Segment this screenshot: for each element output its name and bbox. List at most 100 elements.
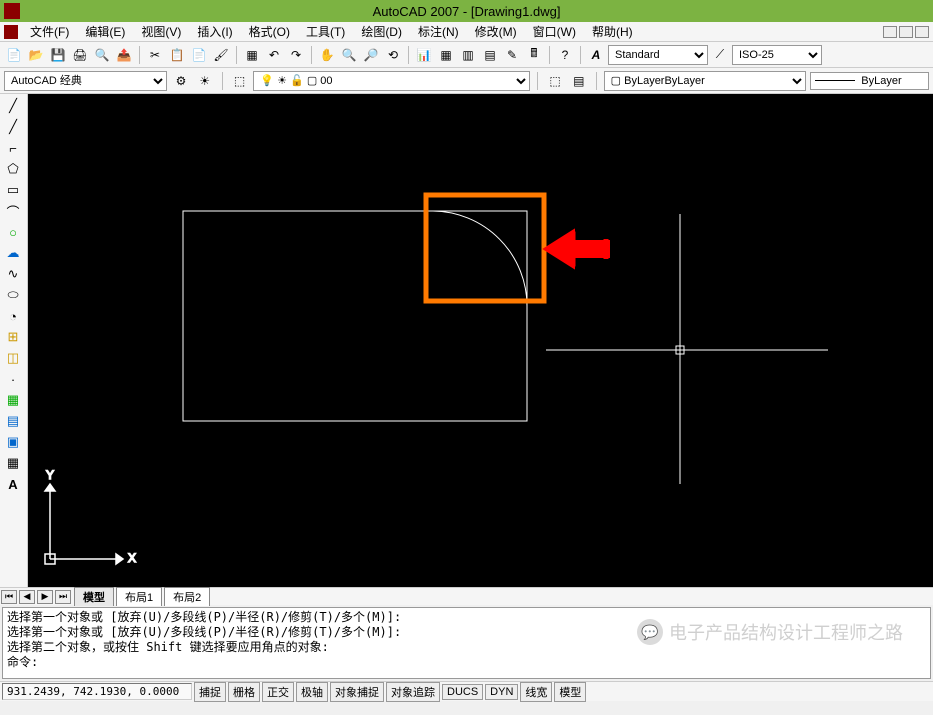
help-button[interactable]: ? <box>555 45 575 65</box>
tab-last-button[interactable]: ⏭ <box>55 590 71 604</box>
snap-toggle[interactable]: 捕捉 <box>194 682 226 702</box>
zoom-window-button[interactable]: 🔎 <box>361 45 381 65</box>
standard-toolbar: 📄 📂 💾 🖨 🔍 📤 ✂ 📋 📄 🖌 ▦ ↶ ↷ ✋ 🔍 🔎 ⟲ 📊 ▦ ▥ … <box>0 42 933 68</box>
tab-prev-button[interactable]: ◀ <box>19 590 35 604</box>
tab-layout1[interactable]: 布局1 <box>116 587 162 606</box>
workspace-select[interactable]: AutoCAD 经典 <box>4 71 167 91</box>
osnap-toggle[interactable]: 对象捕捉 <box>330 682 384 702</box>
construction-line-tool[interactable]: ╱ <box>2 117 24 137</box>
redo-button[interactable]: ↷ <box>286 45 306 65</box>
publish-button[interactable]: 📤 <box>114 45 134 65</box>
save-button[interactable]: 💾 <box>48 45 68 65</box>
line-tool[interactable]: ╱ <box>2 96 24 116</box>
ortho-toggle[interactable]: 正交 <box>262 682 294 702</box>
properties-button[interactable]: 📊 <box>414 45 434 65</box>
insert-block-tool[interactable]: ⊞ <box>2 327 24 347</box>
menu-modify[interactable]: 修改(M) <box>467 21 525 42</box>
workspace-settings-button[interactable]: ⚙ <box>171 71 191 91</box>
menu-tools[interactable]: 工具(T) <box>298 21 353 42</box>
cut-button[interactable]: ✂ <box>145 45 165 65</box>
ellipse-arc-tool[interactable]: ◔ <box>2 306 24 326</box>
mdi-window-controls <box>883 26 929 38</box>
mdi-minimize-button[interactable] <box>883 26 897 38</box>
circle-tool[interactable]: ○ <box>2 222 24 242</box>
color-select[interactable]: ▢ ByLayerByLayer <box>604 71 807 91</box>
match-properties-button[interactable]: 🖌 <box>211 45 231 65</box>
plot-button[interactable]: 🖨 <box>70 45 90 65</box>
polyline-tool[interactable]: ⌐ <box>2 138 24 158</box>
new-button[interactable]: 📄 <box>4 45 24 65</box>
preview-button[interactable]: 🔍 <box>92 45 112 65</box>
copy-button[interactable]: 📋 <box>167 45 187 65</box>
menu-file[interactable]: 文件(F) <box>22 21 77 42</box>
gradient-tool[interactable]: ▤ <box>2 411 24 431</box>
zoom-realtime-button[interactable]: 🔍 <box>339 45 359 65</box>
zoom-previous-button[interactable]: ⟲ <box>383 45 403 65</box>
mdi-restore-button[interactable] <box>899 26 913 38</box>
tab-layout2[interactable]: 布局2 <box>164 587 210 606</box>
rectangle-tool[interactable]: ▭ <box>2 180 24 200</box>
doc-icon <box>4 25 18 39</box>
region-tool[interactable]: ▣ <box>2 432 24 452</box>
menu-view[interactable]: 视图(V) <box>133 21 189 42</box>
command-window[interactable]: 选择第一个对象或 [放弃(U)/多段线(P)/半径(R)/修剪(T)/多个(M)… <box>2 607 931 679</box>
command-history-line: 选择第一个对象或 [放弃(U)/多段线(P)/半径(R)/修剪(T)/多个(M)… <box>7 625 926 640</box>
layer-manager-button[interactable]: ⬚ <box>230 71 250 91</box>
coordinate-display[interactable]: 931.2439, 742.1930, 0.0000 <box>2 683 192 700</box>
paste-button[interactable]: 📄 <box>189 45 209 65</box>
polar-toggle[interactable]: 极轴 <box>296 682 328 702</box>
block-editor-button[interactable]: ▦ <box>242 45 262 65</box>
text-style-icon[interactable]: A <box>586 45 606 65</box>
otrack-toggle[interactable]: 对象追踪 <box>386 682 440 702</box>
menu-window[interactable]: 窗口(W) <box>525 21 584 42</box>
markup-button[interactable]: ✎ <box>502 45 522 65</box>
tab-next-button[interactable]: ▶ <box>37 590 53 604</box>
mdi-close-button[interactable] <box>915 26 929 38</box>
dyn-toggle[interactable]: DYN <box>485 684 518 700</box>
undo-button[interactable]: ↶ <box>264 45 284 65</box>
revision-cloud-tool[interactable]: ☁ <box>2 243 24 263</box>
tab-first-button[interactable]: ⏮ <box>1 590 17 604</box>
menu-edit[interactable]: 编辑(E) <box>77 21 133 42</box>
ducs-toggle[interactable]: DUCS <box>442 684 483 700</box>
tab-model[interactable]: 模型 <box>74 587 114 606</box>
lineweight-select[interactable]: ByLayer <box>810 72 929 90</box>
menu-help[interactable]: 帮助(H) <box>584 21 641 42</box>
spline-tool[interactable]: ∿ <box>2 264 24 284</box>
separator <box>139 46 140 64</box>
menu-format[interactable]: 格式(O) <box>241 21 298 42</box>
sheet-set-button[interactable]: ▤ <box>480 45 500 65</box>
design-center-button[interactable]: ▦ <box>436 45 456 65</box>
hatch-tool[interactable]: ▦ <box>2 390 24 410</box>
dim-style-icon[interactable]: ⟋ <box>710 45 730 65</box>
grid-toggle[interactable]: 栅格 <box>228 682 260 702</box>
ellipse-tool[interactable]: ⬭ <box>2 285 24 305</box>
menu-insert[interactable]: 插入(I) <box>189 21 240 42</box>
title-bar: AutoCAD 2007 - [Drawing1.dwg] <box>0 0 933 22</box>
point-tool[interactable]: · <box>2 369 24 389</box>
command-history-line: 选择第二个对象，或按住 Shift 键选择要应用角点的对象: <box>7 640 926 655</box>
dim-style-select[interactable]: ISO-25 <box>732 45 822 65</box>
menu-draw[interactable]: 绘图(D) <box>353 21 410 42</box>
tool-palettes-button[interactable]: ▥ <box>458 45 478 65</box>
menu-dimension[interactable]: 标注(N) <box>410 21 467 42</box>
pan-button[interactable]: ✋ <box>317 45 337 65</box>
workspace-lock-button[interactable]: ☀ <box>195 71 215 91</box>
text-style-select[interactable]: Standard <box>608 45 708 65</box>
lwt-toggle[interactable]: 线宽 <box>520 682 552 702</box>
mtext-tool[interactable]: A <box>2 474 24 494</box>
layer-previous-button[interactable]: ⬚ <box>545 71 565 91</box>
ucs-icon: X Y <box>45 468 136 565</box>
table-tool[interactable]: ▦ <box>2 453 24 473</box>
drawing-canvas[interactable]: X Y <box>28 94 933 587</box>
layer-states-button[interactable]: ▤ <box>569 71 589 91</box>
make-block-tool[interactable]: ◫ <box>2 348 24 368</box>
quickcalc-button[interactable]: 🖩 <box>524 45 544 65</box>
polygon-tool[interactable]: ⬠ <box>2 159 24 179</box>
separator <box>596 72 597 90</box>
arc-tool[interactable]: ⌒ <box>2 201 24 221</box>
model-toggle[interactable]: 模型 <box>554 682 586 702</box>
open-button[interactable]: 📂 <box>26 45 46 65</box>
separator <box>580 46 581 64</box>
layer-select[interactable]: 💡 ☀ 🔓 ▢ 00 <box>253 71 530 91</box>
